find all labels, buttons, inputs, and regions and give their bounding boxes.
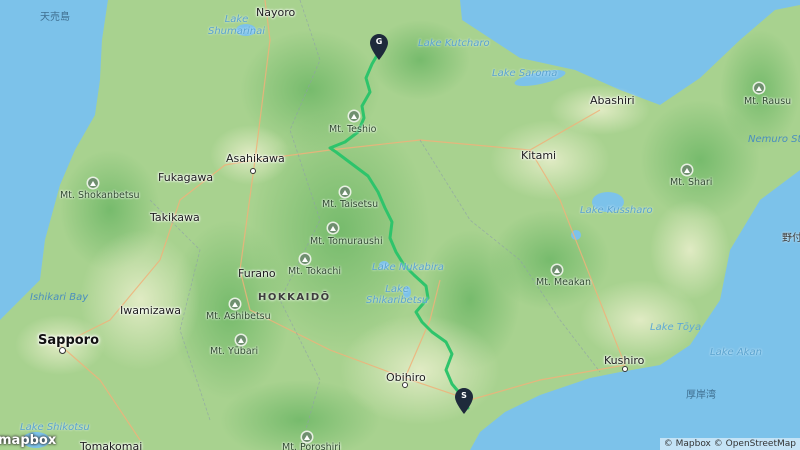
water-label-ishikari-bay: Ishikari Bay [30, 292, 89, 303]
mountain-icon [230, 299, 240, 309]
city-label-kitami: Kitami [521, 149, 557, 162]
mountain-icon [300, 254, 310, 264]
mountain-label-shokanbetsu: Mt. Shokanbetsu [60, 190, 140, 201]
water-label-lake-shikotsu: Lake Shikotsu [20, 422, 90, 433]
region-label-hokkaido: HOKKAIDŌ [258, 292, 331, 303]
water-label-lake-shumarinai: Lake Shumarinai [208, 14, 265, 38]
start-marker[interactable]: S [455, 388, 473, 414]
mountain-label-tomuraushi: Mt. Tomuraushi [310, 236, 383, 247]
mountain-label-ashibetsu: Mt. Ashibetsu [206, 311, 271, 322]
city-label-kushiro: Kushiro [604, 354, 645, 367]
city-label-takikawa: Takikawa [150, 211, 200, 224]
mountain-icon [302, 432, 312, 442]
place-label-akkeshi: 厚岸湾 [686, 390, 716, 401]
mountain-label-poroshiri: Mt. Poroshiri [282, 442, 341, 450]
mountain-label-rausu: Mt. Rausu [744, 96, 792, 107]
city-label-tomakomai: Tomakomai [80, 440, 143, 450]
water-label-lake-kussharo: Lake Kussharo [580, 205, 653, 216]
city-label-asahikawa: Asahikawa [226, 152, 285, 165]
city-label-iwamizawa: Iwamizawa [120, 304, 182, 317]
city-marker-asahikawa [250, 168, 256, 174]
city-label-abashiri: Abashiri [590, 94, 635, 107]
mountain-label-teshio: Mt. Teshio [329, 124, 377, 135]
city-label-obihiro: Obihiro [386, 371, 426, 384]
mountain-label-shari: Mt. Shari [670, 177, 713, 188]
mountain-label-meakan: Mt. Meakan [536, 277, 592, 288]
city-label-sapporo: Sapporo [38, 333, 100, 348]
mountain-icon [682, 165, 692, 175]
mountain-icon [552, 265, 562, 275]
mountain-label-yubari: Mt. Yūbari [210, 346, 259, 357]
mountain-icon [340, 187, 350, 197]
mountain-icon [88, 178, 98, 188]
water-label-lake-akan: Lake Akan [710, 347, 762, 358]
city-label-fukagawa: Fukagawa [158, 171, 214, 184]
water-label-lake-shikaribetsu: Lake Shikaribetsu [366, 284, 428, 306]
water-label-text: Lake Shikaribetsu [366, 284, 429, 306]
island-label-teuri: 天売島 [40, 12, 70, 23]
map-view[interactable]: Nayoro Lake Shumarinai Asahikawa Fukagaw… [0, 0, 800, 450]
mountain-label-taisetsu: Mt. Taisetsu [322, 199, 379, 210]
goal-marker[interactable]: G [370, 34, 388, 60]
mountain-label-tokachi: Mt. Tokachi [288, 266, 342, 277]
place-label-notsuke: 野付 [782, 233, 800, 244]
mapbox-logo[interactable]: mapbox [0, 433, 56, 448]
mountain-icon [328, 223, 338, 233]
water-label-lake-toya: Lake Tōya [650, 322, 702, 333]
water-label-hamatonbetsu: Lake Kutcharo [418, 38, 490, 49]
start-marker-label: S [461, 391, 467, 400]
goal-marker-label: G [375, 37, 383, 46]
city-label-furano: Furano [238, 267, 276, 280]
water-label-lake-saroma: Lake Saroma [492, 68, 558, 79]
map-attribution[interactable]: © Mapbox © OpenStreetMap [659, 438, 800, 450]
water-label-nemuro-strait: Nemuro Strait [748, 134, 800, 145]
city-marker-sapporo [59, 347, 66, 354]
mountain-icon [754, 83, 764, 93]
mountain-icon [236, 335, 246, 345]
mountain-icon [349, 111, 359, 121]
water-label-text: Lake Shumarinai [208, 14, 266, 37]
water-label-lake-nukabira: Lake Nukabira [372, 262, 444, 273]
